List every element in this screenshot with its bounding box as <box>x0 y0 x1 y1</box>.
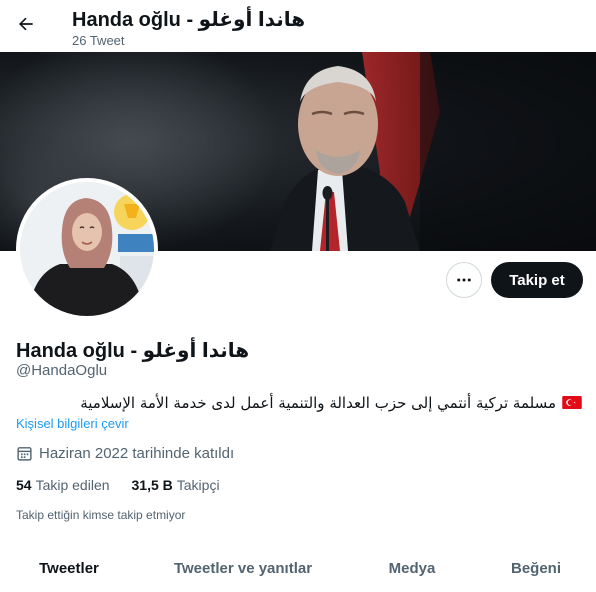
following-label: Takip edilen <box>35 477 110 493</box>
tweet-count: 26 Tweet <box>72 33 125 48</box>
joined-text: Haziran 2022 tarihinde katıldı <box>39 445 235 462</box>
bio-text: مسلمة تركية أنتمي إلى حزب العدالة والتنم… <box>80 394 556 412</box>
following-count: 54 <box>16 477 32 493</box>
followers-link[interactable]: 31,5 B Takipçi <box>132 477 220 493</box>
follow-stats: 54 Takip edilen 31,5 B Takipçi <box>16 477 242 493</box>
tab-media[interactable]: Medya <box>348 546 476 592</box>
followed-by-note: Takip ettiğin kimse takip etmiyor <box>16 508 186 522</box>
profile-handle: @HandaOglu <box>16 362 108 379</box>
joined-date: Haziran 2022 tarihinde katıldı <box>16 445 234 462</box>
profile-tabs: Tweetler Tweetler ve yanıtlar Medya Beğe… <box>0 546 596 592</box>
following-link[interactable]: 54 Takip edilen <box>16 477 110 493</box>
more-dots-icon <box>457 278 471 282</box>
header-title: Handa oğlu - هاندا أوغلو <box>72 9 306 31</box>
tab-likes[interactable]: Beğeni <box>476 546 596 592</box>
calendar-icon <box>17 447 32 461</box>
translate-bio-link[interactable]: Kişisel bilgileri çevir <box>16 416 129 431</box>
profile-display-name: Handa oğlu - هاندا أوغلو <box>16 340 250 362</box>
profile-avatar[interactable] <box>16 178 158 320</box>
tab-tweets[interactable]: Tweetler <box>0 546 138 592</box>
profile-bio: مسلمة تركية أنتمي إلى حزب العدالة والتنم… <box>16 394 582 412</box>
profile-header: Handa oğlu - هاندا أوغلو 26 Tweet <box>0 0 596 52</box>
more-options-button[interactable] <box>446 262 482 298</box>
followers-label: Takipçi <box>176 477 220 493</box>
tab-tweets-and-replies[interactable]: Tweetler ve yanıtlar <box>138 546 348 592</box>
followers-count: 31,5 B <box>131 477 173 493</box>
back-button[interactable] <box>10 8 42 40</box>
avatar-image <box>20 182 154 316</box>
turkey-flag-icon <box>562 396 582 409</box>
arrow-left-icon <box>19 17 33 31</box>
follow-button[interactable]: Takip et <box>491 262 583 298</box>
